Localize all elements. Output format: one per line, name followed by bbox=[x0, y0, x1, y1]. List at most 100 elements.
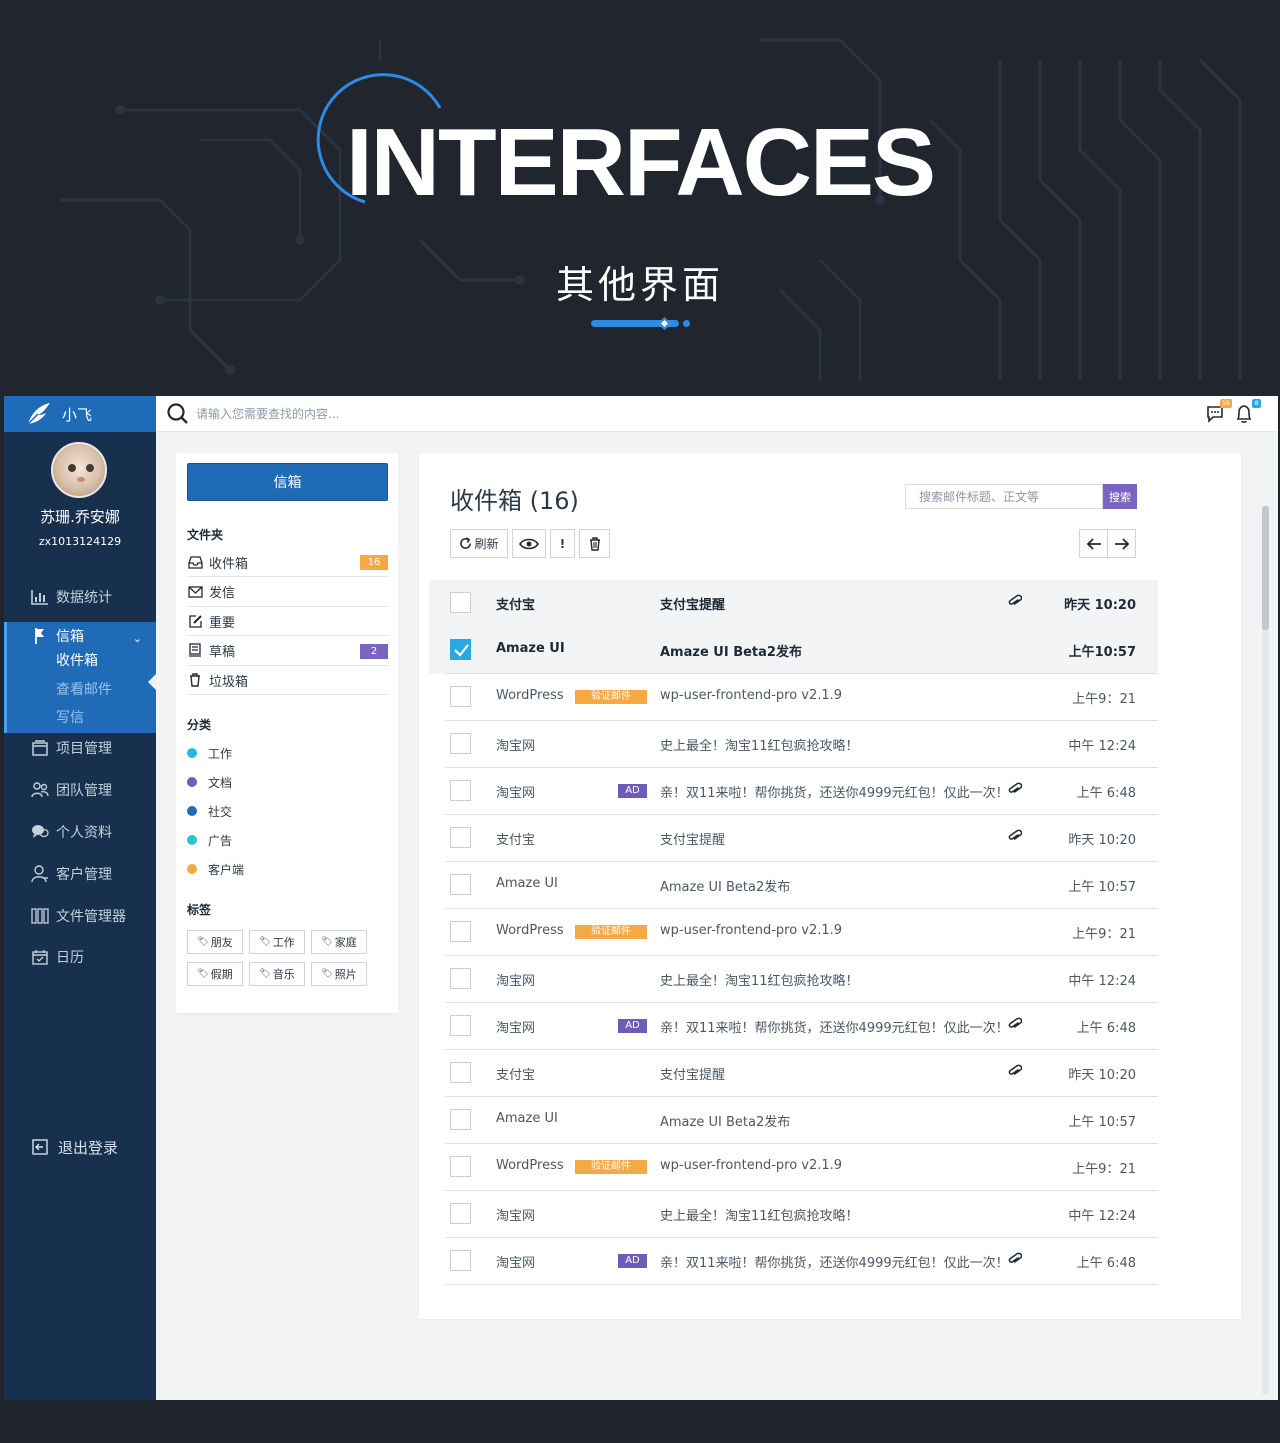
category-item[interactable]: 广告 bbox=[187, 830, 232, 850]
avatar[interactable] bbox=[51, 442, 107, 498]
mail-checkbox[interactable] bbox=[450, 827, 471, 848]
mail-search-input[interactable] bbox=[905, 484, 1103, 509]
nav-item-stats[interactable]: 数据统计 bbox=[4, 582, 156, 612]
mail-subject[interactable]: 亲！双11来啦！帮你挑货，还送你4999元红包！仅此一次！ bbox=[660, 1017, 1009, 1036]
tag-button[interactable]: 🏷 工作 bbox=[249, 930, 305, 954]
folder-count-badge: 16 bbox=[360, 555, 388, 570]
mail-row[interactable]: Amaze UI Amaze UI Beta2发布 上午 10:57 bbox=[429, 862, 1158, 909]
mail-checkbox[interactable] bbox=[450, 686, 471, 707]
mail-checkbox[interactable] bbox=[450, 968, 471, 989]
mail-checkbox[interactable] bbox=[450, 592, 471, 613]
mail-subject[interactable]: 支付宝提醒 bbox=[660, 594, 725, 613]
folder-item[interactable]: 重要 bbox=[187, 607, 389, 636]
tag-button[interactable]: 🏷 朋友 bbox=[187, 930, 243, 954]
mail-row[interactable]: 淘宝网 史上最全！淘宝11红包疯抢攻略！ 中午 12:24 bbox=[429, 956, 1158, 1003]
nav-item-team[interactable]: 团队管理 bbox=[4, 775, 156, 805]
mail-checkbox[interactable] bbox=[450, 1156, 471, 1177]
chevron-down-icon[interactable]: ⌄ bbox=[133, 632, 142, 645]
mailbox-button[interactable]: 信箱 bbox=[187, 463, 388, 501]
mail-row[interactable]: 淘宝网 AD 亲！双11来啦！帮你挑货，还送你4999元红包！仅此一次！ 上午 6:4… bbox=[429, 1238, 1158, 1285]
tag-button[interactable]: 🏷 照片 bbox=[311, 962, 367, 986]
envelope-icon bbox=[187, 584, 203, 600]
page-scrollbar[interactable] bbox=[1262, 506, 1269, 1394]
mail-subject[interactable]: wp-user-frontend-pro v2.1.9 bbox=[660, 688, 842, 703]
mail-search-button[interactable]: 搜索 bbox=[1103, 484, 1137, 509]
mail-subject[interactable]: Amaze UI Beta2发布 bbox=[660, 876, 790, 895]
nav-item-profile[interactable]: 个人资料 bbox=[4, 817, 156, 847]
mail-row[interactable]: 淘宝网 AD 亲！双11来啦！帮你挑货，还送你4999元红包！仅此一次！ 上午 6:4… bbox=[429, 1003, 1158, 1050]
mail-subject[interactable]: 支付宝提醒 bbox=[660, 1064, 725, 1083]
important-button[interactable]: ! bbox=[550, 529, 575, 558]
mail-checkbox[interactable] bbox=[450, 639, 471, 660]
tag-button[interactable]: 🏷 假期 bbox=[187, 962, 243, 986]
logout-button[interactable]: 退出登录 bbox=[4, 1132, 156, 1162]
nav-item-projects[interactable]: 项目管理 bbox=[4, 733, 156, 763]
mail-checkbox[interactable] bbox=[450, 1062, 471, 1083]
mail-subject[interactable]: 亲！双11来啦！帮你挑货，还送你4999元红包！仅此一次！ bbox=[660, 1252, 1009, 1271]
mail-subject[interactable]: wp-user-frontend-pro v2.1.9 bbox=[660, 1158, 842, 1173]
mail-checkbox[interactable] bbox=[450, 1250, 471, 1271]
mail-subject[interactable]: 史上最全！淘宝11红包疯抢攻略！ bbox=[660, 735, 859, 754]
folder-item[interactable]: 草稿 2 bbox=[187, 637, 389, 666]
category-dot bbox=[187, 835, 197, 845]
nav-item-files[interactable]: 文件管理器 bbox=[4, 901, 156, 931]
mail-checkbox[interactable] bbox=[450, 921, 471, 942]
tag-button[interactable]: 🏷 家庭 bbox=[311, 930, 367, 954]
nav-item-mailbox[interactable]: 信箱 ⌄ 收件箱 查看邮件 写信 bbox=[4, 622, 157, 733]
mail-checkbox[interactable] bbox=[450, 733, 471, 754]
mail-subject[interactable]: 史上最全！淘宝11红包疯抢攻略！ bbox=[660, 1205, 859, 1224]
nav-item-customers[interactable]: 客户管理 bbox=[4, 859, 156, 889]
delete-button[interactable] bbox=[579, 529, 610, 558]
mail-subject[interactable]: wp-user-frontend-pro v2.1.9 bbox=[660, 923, 842, 938]
category-item[interactable]: 文档 bbox=[187, 772, 232, 792]
folder-item[interactable]: 垃圾箱 bbox=[187, 666, 389, 695]
global-search-input[interactable] bbox=[196, 404, 696, 424]
mail-checkbox[interactable] bbox=[450, 780, 471, 801]
prev-page-button[interactable] bbox=[1079, 529, 1108, 558]
mail-row[interactable]: 淘宝网 史上最全！淘宝11红包疯抢攻略！ 中午 12:24 bbox=[429, 1191, 1158, 1238]
mail-row[interactable]: 支付宝 支付宝提醒 昨天 10:20 bbox=[429, 815, 1158, 862]
mail-subject[interactable]: 亲！双11来啦！帮你挑货，还送你4999元红包！仅此一次！ bbox=[660, 782, 1009, 801]
mark-read-button[interactable] bbox=[512, 529, 546, 558]
folder-item[interactable]: 收件箱 16 bbox=[187, 548, 389, 577]
mail-subject[interactable]: 史上最全！淘宝11红包疯抢攻略！ bbox=[660, 970, 859, 989]
mail-checkbox[interactable] bbox=[450, 1015, 471, 1036]
mail-subject[interactable]: Amaze UI Beta2发布 bbox=[660, 641, 802, 660]
mail-checkbox[interactable] bbox=[450, 874, 471, 895]
scrollbar-thumb[interactable] bbox=[1262, 506, 1269, 630]
brand-bar[interactable]: 小飞 bbox=[4, 396, 156, 432]
category-item[interactable]: 客户端 bbox=[187, 859, 244, 879]
mail-row[interactable]: WordPress 验证邮件 wp-user-frontend-pro v2.1.9… bbox=[429, 909, 1158, 956]
tag-icon: 🏷 bbox=[197, 969, 209, 979]
nav-sub-view-mail[interactable]: 查看邮件 bbox=[56, 679, 112, 699]
mail-subject[interactable]: Amaze UI Beta2发布 bbox=[660, 1111, 790, 1130]
category-item[interactable]: 工作 bbox=[187, 743, 232, 763]
top-bar: 16 8 bbox=[156, 396, 1278, 432]
mail-subject[interactable]: 支付宝提醒 bbox=[660, 829, 725, 848]
mail-row[interactable]: WordPress 验证邮件 wp-user-frontend-pro v2.1.9… bbox=[429, 1144, 1158, 1191]
mail-checkbox[interactable] bbox=[450, 1109, 471, 1130]
refresh-button[interactable]: 刷新 bbox=[450, 529, 508, 558]
mail-sender: 淘宝网 bbox=[496, 1256, 536, 1271]
mail-row[interactable]: WordPress 验证邮件 wp-user-frontend-pro v2.1.9… bbox=[429, 674, 1158, 721]
mail-row[interactable]: 支付宝 支付宝提醒 昨天 10:20 bbox=[429, 1050, 1158, 1097]
mail-row[interactable]: 淘宝网 史上最全！淘宝11红包疯抢攻略！ 中午 12:24 bbox=[429, 721, 1158, 768]
search-icon[interactable] bbox=[166, 402, 190, 426]
mail-row[interactable]: Amaze UI Amaze UI Beta2发布 上午 10:57 bbox=[429, 1097, 1158, 1144]
folder-item[interactable]: 发信 bbox=[187, 578, 389, 607]
next-page-button[interactable] bbox=[1107, 529, 1136, 558]
nav-sub-compose[interactable]: 写信 bbox=[56, 707, 84, 727]
mail-checkbox[interactable] bbox=[450, 1203, 471, 1224]
mail-row[interactable]: 支付宝 支付宝提醒 昨天 10:20 bbox=[429, 580, 1158, 627]
inbox-title: 收件箱 (16) bbox=[450, 487, 579, 515]
nav-sub-inbox[interactable]: 收件箱 bbox=[56, 650, 98, 670]
mail-time: 上午9：21 bbox=[1072, 1162, 1136, 1177]
mail-row[interactable]: Amaze UI Amaze UI Beta2发布 上午10:57 bbox=[429, 627, 1158, 674]
tag-button[interactable]: 🏷 音乐 bbox=[249, 962, 305, 986]
nav-mailbox-row[interactable]: 信箱 bbox=[7, 626, 84, 646]
mail-row[interactable]: 淘宝网 AD 亲！双11来啦！帮你挑货，还送你4999元红包！仅此一次！ 上午 6:4… bbox=[429, 768, 1158, 815]
category-item[interactable]: 社交 bbox=[187, 801, 232, 821]
nav-item-calendar[interactable]: 日历 bbox=[4, 942, 156, 972]
mail-time: 上午9：21 bbox=[1072, 927, 1136, 942]
paperclip-icon bbox=[1008, 1252, 1023, 1268]
